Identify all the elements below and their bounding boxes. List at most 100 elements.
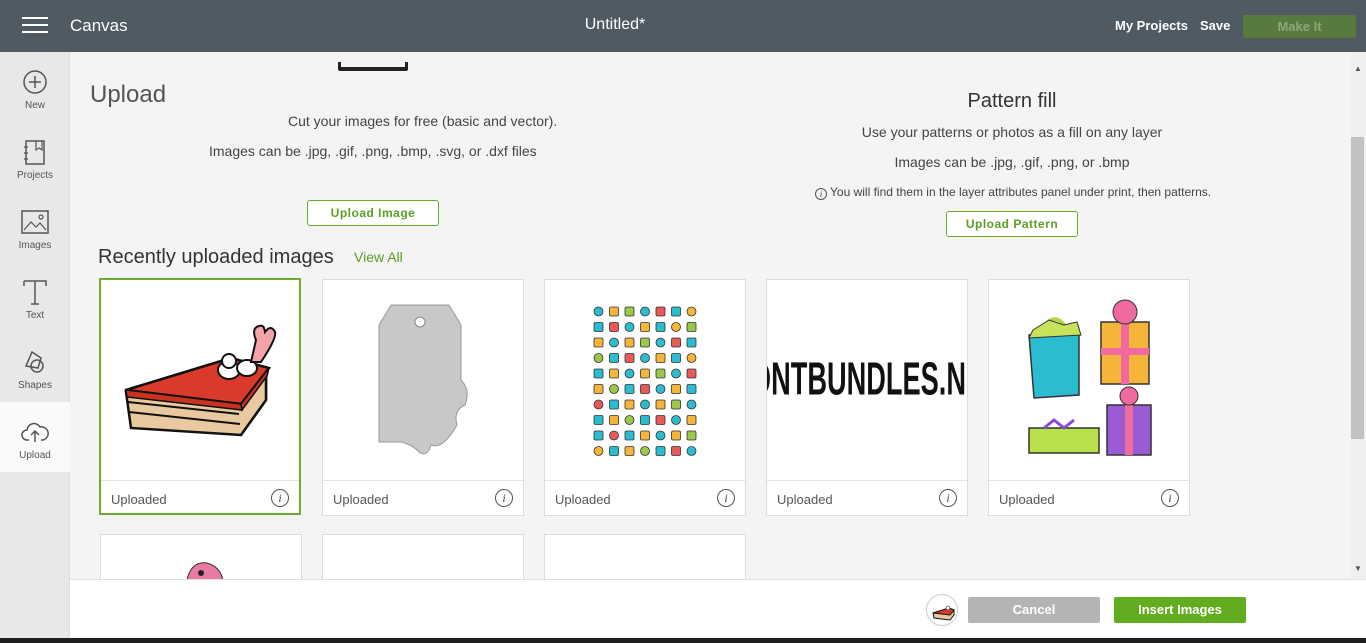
mini-icon <box>655 322 666 332</box>
scrollbar-thumb[interactable] <box>1351 137 1364 439</box>
upload-image-button[interactable]: Upload Image <box>307 200 439 226</box>
gift-boxes-thumbnail <box>989 280 1189 480</box>
sidebar-item-images[interactable]: Images <box>0 192 70 262</box>
cancel-button[interactable]: Cancel <box>968 597 1100 623</box>
uploaded-image-tile[interactable]: Uploaded i <box>99 278 301 515</box>
fontbundles-logo-text: FONTBUNDLES.NET <box>767 353 967 404</box>
save-link[interactable]: Save <box>1200 18 1230 33</box>
mini-icon <box>655 384 666 394</box>
mini-icon <box>593 306 604 317</box>
info-icon[interactable]: i <box>717 489 735 507</box>
uploaded-image-tile[interactable]: Uploaded i <box>988 279 1190 516</box>
mini-icon <box>686 306 697 317</box>
uploaded-image-tile[interactable]: Uploaded i <box>322 279 524 516</box>
mini-icon <box>640 337 650 348</box>
mini-icon <box>609 399 619 410</box>
mini-icon <box>655 446 666 456</box>
uploaded-image-tile[interactable] <box>322 534 524 579</box>
sidebar-item-upload[interactable]: Upload <box>0 402 70 472</box>
mini-icon <box>624 384 635 394</box>
tile-caption-text: Uploaded <box>333 492 389 507</box>
sidebar-item-shapes[interactable]: Shapes <box>0 332 70 402</box>
scroll-down-arrow-icon[interactable]: ▼ <box>1354 564 1362 573</box>
uploaded-image-tile[interactable]: Uploaded i <box>544 279 746 516</box>
mini-icon <box>624 322 635 332</box>
tile-caption-text: Uploaded <box>111 492 167 507</box>
mini-icon <box>624 415 635 425</box>
my-projects-link[interactable]: My Projects <box>1115 18 1188 33</box>
mini-icon <box>624 430 635 441</box>
info-icon[interactable]: i <box>1161 489 1179 507</box>
info-icon: i <box>815 188 827 200</box>
mini-icon <box>686 430 697 441</box>
info-icon[interactable]: i <box>271 489 289 507</box>
mini-icon <box>655 368 666 379</box>
mini-icon <box>686 353 697 363</box>
info-icon[interactable]: i <box>939 489 957 507</box>
sidebar-item-label: Upload <box>19 450 51 461</box>
make-it-button[interactable]: Make It <box>1243 15 1356 38</box>
mini-icon <box>671 399 681 410</box>
mini-icon <box>686 446 697 456</box>
mini-icon <box>671 368 681 379</box>
text-icon <box>23 280 47 305</box>
upload-file-types-text: Images can be .jpg, .gif, .png, .bmp, .s… <box>209 143 537 159</box>
pattern-use-text: Use your patterns or photos as a fill on… <box>861 124 1163 140</box>
mini-icon <box>686 337 697 348</box>
mini-icon <box>640 306 650 317</box>
mini-icon <box>686 384 697 394</box>
uploaded-image-tile[interactable] <box>544 534 746 579</box>
drop-tray-graphic <box>338 62 408 71</box>
mini-icon <box>655 415 666 425</box>
mini-icon <box>640 399 650 410</box>
upload-pattern-button[interactable]: Upload Pattern <box>946 211 1078 237</box>
tile-caption-text: Uploaded <box>555 492 611 507</box>
sidebar-item-label: Projects <box>16 170 54 181</box>
recent-uploads-heading: Recently uploaded images <box>98 246 334 268</box>
mini-icon <box>671 322 681 332</box>
pattern-file-types-text: Images can be .jpg, .gif, .png, or .bmp <box>894 154 1130 170</box>
mini-icon <box>671 446 681 456</box>
cut-images-text: Cut your images for free (basic and vect… <box>288 113 558 129</box>
uploaded-image-tile[interactable]: FONTBUNDLES.NET Uploaded i <box>733 279 1001 516</box>
upload-heading: Upload <box>90 81 167 108</box>
gift-tag-thumbnail <box>323 280 523 480</box>
mini-icon <box>609 430 619 441</box>
document-title[interactable]: Untitled* <box>0 16 1230 34</box>
mini-icon <box>593 399 604 410</box>
uploaded-image-tile[interactable] <box>100 534 302 579</box>
plus-circle-icon <box>23 70 47 94</box>
projects-icon <box>24 140 45 165</box>
mini-icon <box>593 415 604 425</box>
sidebar-item-projects[interactable]: Projects <box>0 122 70 192</box>
info-icon[interactable]: i <box>495 489 513 507</box>
mini-icon <box>624 353 635 363</box>
insert-images-button[interactable]: Insert Images <box>1114 597 1246 623</box>
mini-icon <box>686 399 697 410</box>
sidebar-item-text[interactable]: Text <box>0 262 70 332</box>
scroll-up-arrow-icon[interactable]: ▲ <box>1354 64 1362 73</box>
bird-thumbnail <box>186 562 224 579</box>
mini-icon <box>624 446 635 456</box>
top-bar: Canvas Untitled* My Projects Save Make I… <box>0 0 1366 52</box>
view-all-link[interactable]: View All <box>354 249 403 265</box>
mini-icon <box>640 322 650 332</box>
mini-icon <box>624 306 635 317</box>
tile-caption: Uploaded i <box>545 480 745 516</box>
vertical-scrollbar[interactable]: ▲ ▼ <box>1350 52 1366 579</box>
tile-caption: Uploaded i <box>323 480 523 516</box>
mini-icon <box>640 384 650 394</box>
mini-icon <box>655 306 666 317</box>
image-icon <box>21 210 49 234</box>
left-sidebar: New Projects Images Text Shapes Upload <box>0 52 70 643</box>
sidebar-item-label: Text <box>25 310 45 321</box>
sidebar-item-label: Shapes <box>18 380 52 391</box>
mini-icon <box>624 368 635 379</box>
mini-icon <box>671 384 681 394</box>
mini-icon <box>609 353 619 363</box>
mini-icon <box>640 430 650 441</box>
sidebar-item-new[interactable]: New <box>0 52 70 122</box>
mini-icon <box>609 384 619 394</box>
pattern-note-text: You will find them in the layer attribut… <box>830 185 1212 199</box>
mini-icon <box>671 430 681 441</box>
